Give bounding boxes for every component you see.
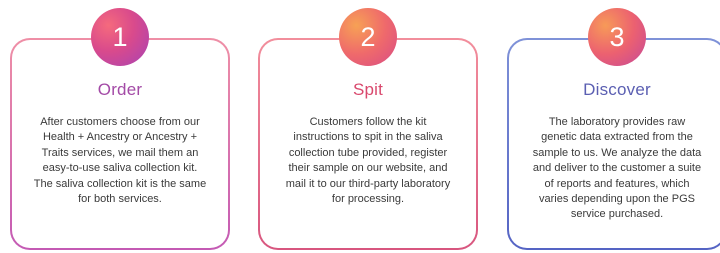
- step-3-title: Discover: [583, 80, 651, 99]
- step-3-description: The laboratory provides raw genetic data…: [532, 116, 702, 221]
- step-2-number-badge: 2: [339, 8, 397, 66]
- step-1-number: 1: [112, 21, 128, 52]
- process-steps: 1 Order After customers choose from our …: [0, 0, 720, 253]
- step-1-card: Order After customers choose from our He…: [10, 38, 230, 250]
- step-3-number: 3: [609, 21, 625, 52]
- step-1-number-badge: 1: [91, 8, 149, 66]
- step-2-title: Spit: [352, 80, 384, 99]
- step-3-number-badge: 3: [588, 8, 646, 66]
- step-2-description: Customers follow the kit instructions to…: [285, 116, 451, 206]
- step-1-description: After customers choose from our Health +…: [33, 116, 207, 206]
- step-2-card: Spit Customers follow the kit instructio…: [258, 38, 478, 250]
- step-2-number: 2: [360, 21, 376, 52]
- step-1-title: Order: [97, 80, 143, 99]
- step-3-card: Discover The laboratory provides raw gen…: [507, 38, 720, 250]
